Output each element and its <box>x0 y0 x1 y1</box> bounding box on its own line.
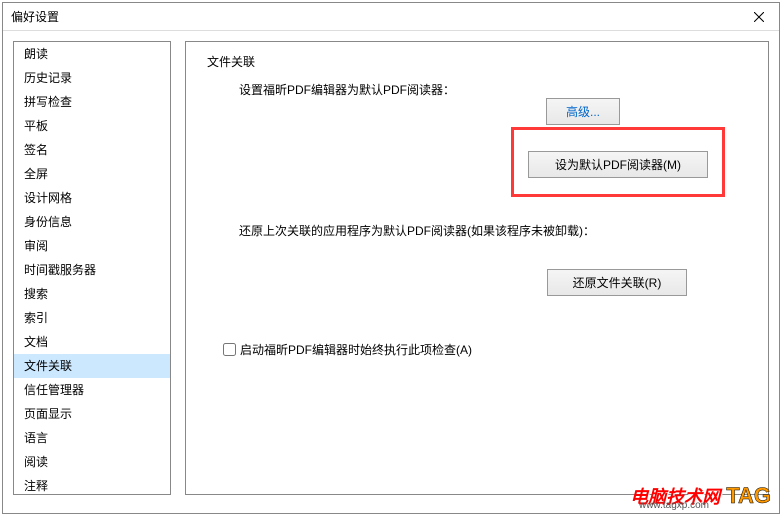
watermark-url: www.tagxp.com <box>639 500 709 511</box>
restore-button[interactable]: 还原文件关联(R) <box>547 269 687 296</box>
sidebar-item[interactable]: 阅读 <box>14 450 170 474</box>
sidebar-item[interactable]: 信任管理器 <box>14 378 170 402</box>
sidebar-item[interactable]: 页面显示 <box>14 402 170 426</box>
sidebar[interactable]: 朗读历史记录拼写检查平板签名全屏设计网格身份信息审阅时间戳服务器搜索索引文档文件… <box>13 41 171 495</box>
main-panel <box>185 41 769 495</box>
close-icon <box>754 12 764 22</box>
close-button[interactable] <box>739 3 779 31</box>
panel-title: 文件关联 <box>207 53 255 70</box>
desc-set-default: 设置福昕PDF编辑器为默认PDF阅读器： <box>239 81 455 98</box>
sidebar-item[interactable]: 签名 <box>14 138 170 162</box>
checkbox-row: 启动福昕PDF编辑器时始终执行此项检查(A) <box>223 341 472 358</box>
sidebar-item[interactable]: 历史记录 <box>14 66 170 90</box>
checkbox-label[interactable]: 启动福昕PDF编辑器时始终执行此项检查(A) <box>240 341 472 358</box>
titlebar: 偏好设置 <box>3 3 779 31</box>
sidebar-item[interactable]: 朗读 <box>14 42 170 66</box>
sidebar-item[interactable]: 全屏 <box>14 162 170 186</box>
sidebar-item[interactable]: 搜索 <box>14 282 170 306</box>
desc-restore: 还原上次关联的应用程序为默认PDF阅读器(如果该程序未被卸载)： <box>239 222 595 239</box>
sidebar-item[interactable]: 时间戳服务器 <box>14 258 170 282</box>
advanced-button[interactable]: 高级... <box>546 98 620 125</box>
watermark-tag: TAG <box>726 483 771 509</box>
preferences-window: 偏好设置 朗读历史记录拼写检查平板签名全屏设计网格身份信息审阅时间戳服务器搜索索… <box>2 2 780 514</box>
sidebar-item[interactable]: 审阅 <box>14 234 170 258</box>
sidebar-item[interactable]: 平板 <box>14 114 170 138</box>
sidebar-item[interactable]: 身份信息 <box>14 210 170 234</box>
window-title: 偏好设置 <box>11 8 59 25</box>
sidebar-item[interactable]: 文件关联 <box>14 354 170 378</box>
sidebar-item[interactable]: 拼写检查 <box>14 90 170 114</box>
sidebar-item[interactable]: 文档 <box>14 330 170 354</box>
sidebar-item[interactable]: 索引 <box>14 306 170 330</box>
sidebar-item[interactable]: 注释 <box>14 474 170 495</box>
always-check-checkbox[interactable] <box>223 343 236 356</box>
set-default-button[interactable]: 设为默认PDF阅读器(M) <box>528 151 708 178</box>
sidebar-item[interactable]: 语言 <box>14 426 170 450</box>
sidebar-item[interactable]: 设计网格 <box>14 186 170 210</box>
